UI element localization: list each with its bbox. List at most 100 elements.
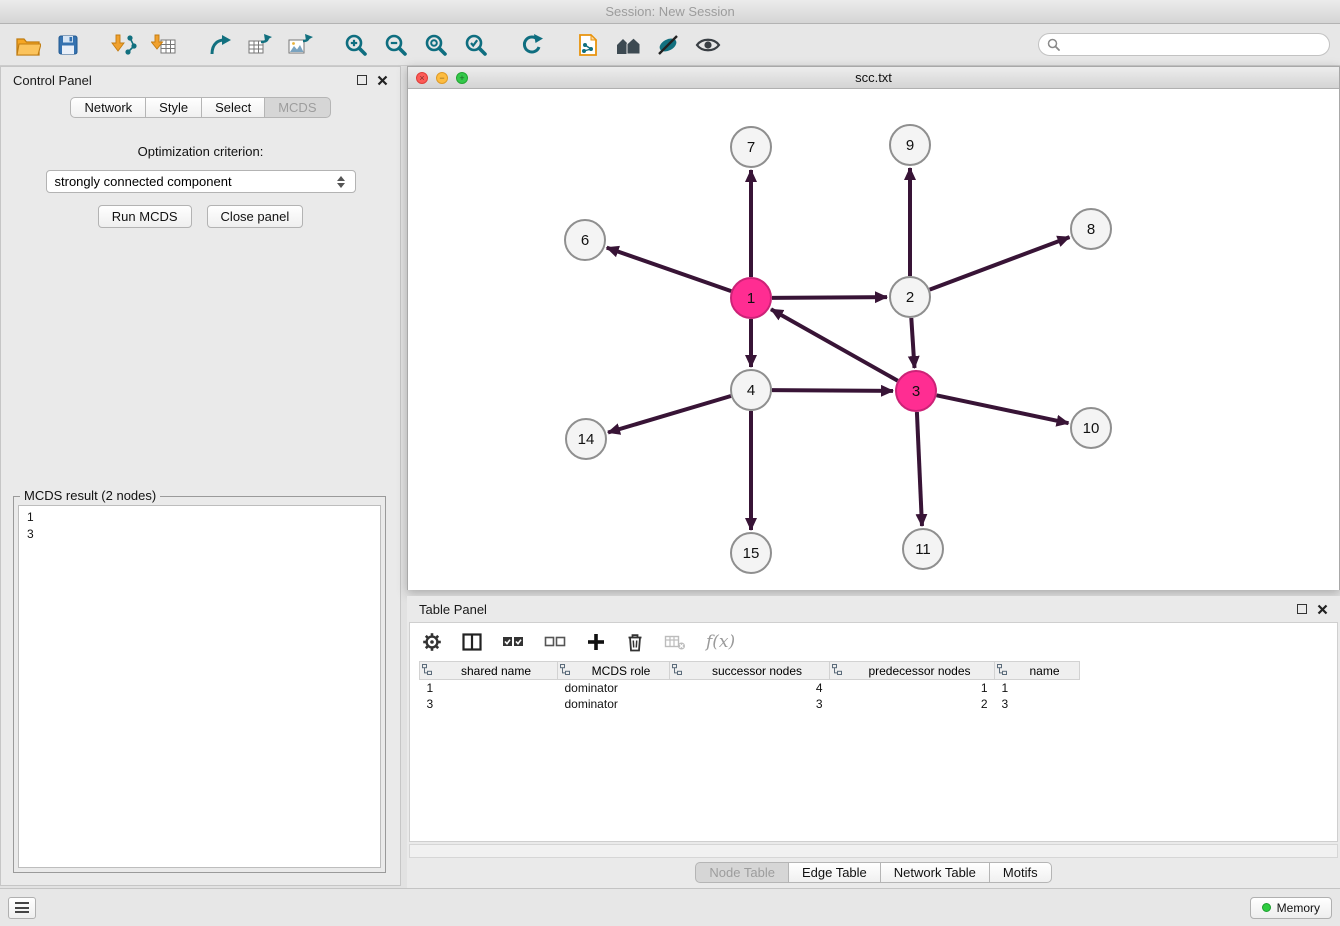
style-button[interactable] [648,28,688,62]
graph-node-9[interactable]: 9 [890,125,930,165]
delete-column-trash-icon[interactable] [626,632,644,652]
tab-mcds[interactable]: MCDS [264,97,330,118]
float-table-panel-icon[interactable] [1297,604,1307,614]
export-image-button[interactable] [280,28,320,62]
tab-motifs[interactable]: Motifs [989,862,1052,883]
close-table-panel-icon[interactable] [1317,604,1328,615]
maximize-window-icon[interactable]: + [456,72,468,84]
graph-edge-4-14[interactable] [608,396,731,433]
node-table-body: 1dominator4113dominator323 [420,680,1080,712]
close-panel-icon[interactable] [377,75,388,86]
panel-menu-button[interactable] [8,897,36,919]
table-toolbar: f(x) [410,623,1337,661]
function-builder-fx-icon: f(x) [706,632,735,652]
deselect-all-icon[interactable] [544,634,566,650]
zoom-selected-button[interactable] [456,28,496,62]
import-network-button[interactable] [104,28,144,62]
memory-label: Memory [1277,901,1320,915]
optimization-criterion-label: Optimization criterion: [1,144,400,159]
svg-text:11: 11 [915,541,931,558]
export-table-button[interactable] [240,28,280,62]
network-canvas[interactable]: 7 9 6 8 1 2 4 3 14 10 15 11 [408,89,1339,590]
network-graph[interactable]: 7 9 6 8 1 2 4 3 14 10 15 11 [408,89,1339,590]
show-graphics-button[interactable] [688,28,728,62]
graph-edge-2-3[interactable] [911,318,914,368]
mcds-result-line: 1 [27,509,372,526]
graph-edge-1-2[interactable] [772,297,887,298]
sort-column-icon [997,664,1007,678]
svg-text:14: 14 [578,431,595,448]
zoom-out-button[interactable] [376,28,416,62]
graph-node-7[interactable]: 7 [731,127,771,167]
app-window: Session: New Session [0,0,1340,926]
mcds-result-line: 3 [27,526,372,543]
node-table-head-row: shared nameMCDS rolesuccessor nodesprede… [420,662,1080,680]
graph-node-1[interactable]: 1 [731,278,771,318]
criterion-dropdown[interactable]: strongly connected component [46,170,356,193]
graph-node-2[interactable]: 2 [890,277,930,317]
mcds-result-title: MCDS result (2 nodes) [20,488,160,503]
graph-node-8[interactable]: 8 [1071,209,1111,249]
column-header-shared-name[interactable]: shared name [420,662,558,680]
graph-node-4[interactable]: 4 [731,370,771,410]
refresh-layout-button[interactable] [512,28,552,62]
main-toolbar [0,24,1340,66]
float-panel-icon[interactable] [357,75,367,85]
network-file-button[interactable] [568,28,608,62]
show-columns-icon[interactable] [462,633,482,651]
graph-node-15[interactable]: 15 [731,533,771,573]
add-column-plus-icon[interactable] [586,632,606,652]
table-horizontal-scrollbar[interactable] [409,844,1338,858]
graph-edge-2-8[interactable] [930,237,1070,290]
search-field[interactable] [1038,33,1330,56]
zoom-out-icon [384,33,408,57]
window-title: Session: New Session [605,4,734,19]
column-header-successor-nodes[interactable]: successor nodes [670,662,830,680]
close-panel-button[interactable]: Close panel [207,205,304,228]
control-panel-title: Control Panel [13,73,92,88]
graph-edge-4-3[interactable] [772,390,893,391]
import-table-icon [151,33,177,57]
export-image-icon [287,33,313,57]
graph-node-11[interactable]: 11 [903,529,943,569]
search-input[interactable] [1065,38,1321,52]
table-row[interactable]: 3dominator323 [420,696,1080,712]
close-window-icon[interactable]: × [416,72,428,84]
minimize-window-icon[interactable]: − [436,72,448,84]
tab-network-table[interactable]: Network Table [880,862,989,883]
graph-edge-3-1[interactable] [771,309,898,380]
graph-node-6[interactable]: 6 [565,220,605,260]
save-session-button[interactable] [48,28,88,62]
zoom-in-icon [344,33,368,57]
first-neighbors-button[interactable] [608,28,648,62]
tab-network[interactable]: Network [70,97,145,118]
graph-edge-1-6[interactable] [607,248,732,292]
zoom-in-button[interactable] [336,28,376,62]
graph-node-14[interactable]: 14 [566,419,606,459]
run-mcds-button[interactable]: Run MCDS [98,205,192,228]
network-window-titlebar[interactable]: × − + scc.txt [408,67,1339,89]
graph-edge-3-10[interactable] [937,395,1069,423]
graph-node-3[interactable]: 3 [896,371,936,411]
table-settings-gear-icon[interactable] [422,632,442,652]
column-header-MCDS-role[interactable]: MCDS role [558,662,670,680]
svg-text:1: 1 [747,290,755,307]
graph-node-10[interactable]: 10 [1071,408,1111,448]
tab-node-table[interactable]: Node Table [695,862,788,883]
import-network-icon [111,33,137,57]
column-header-predecessor-nodes[interactable]: predecessor nodes [830,662,995,680]
memory-status-dot [1262,903,1271,912]
graph-edge-3-11[interactable] [917,412,922,526]
zoom-fit-button[interactable] [416,28,456,62]
tab-select[interactable]: Select [201,97,264,118]
memory-button[interactable]: Memory [1250,897,1332,919]
column-header-name[interactable]: name [995,662,1080,680]
select-all-icon[interactable] [502,634,524,650]
import-table-button[interactable] [144,28,184,62]
open-file-button[interactable] [8,28,48,62]
tab-edge-table[interactable]: Edge Table [788,862,880,883]
export-network-button[interactable] [200,28,240,62]
table-panel-title: Table Panel [419,602,487,617]
table-row[interactable]: 1dominator411 [420,680,1080,696]
tab-style[interactable]: Style [145,97,201,118]
